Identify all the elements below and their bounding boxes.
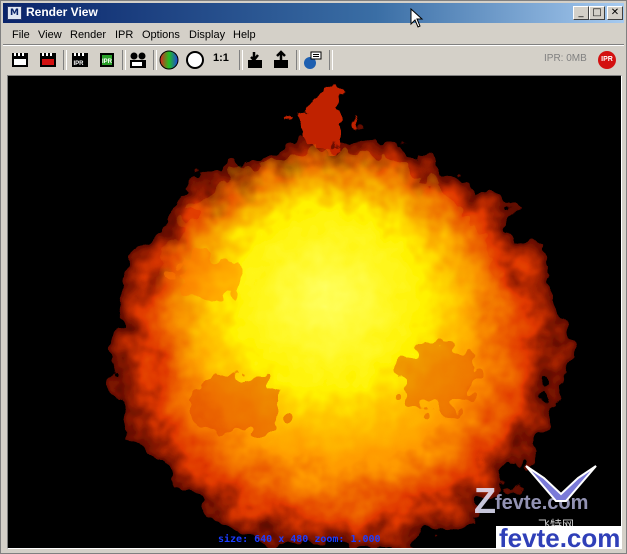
menu-display[interactable]: Display: [189, 29, 225, 41]
toolbar-separator: [296, 50, 300, 70]
watermark-wing-logo: [525, 465, 597, 502]
toolbar-separator: [239, 50, 243, 70]
keep-image-icon[interactable]: [244, 49, 266, 71]
mouse-cursor-icon: [410, 8, 424, 28]
toolbar-separator: [122, 50, 126, 70]
toolbar-separator: [63, 50, 67, 70]
window-title: Render View: [26, 5, 98, 19]
redo-render-icon[interactable]: [9, 49, 31, 71]
menu-bar: File View Render IPR Options Display Hel…: [3, 25, 624, 45]
menu-render[interactable]: Render: [70, 29, 106, 41]
ipr-stop-button[interactable]: IPR: [598, 51, 616, 69]
menu-help[interactable]: Help: [233, 29, 256, 41]
watermark-logo-letter: Z: [474, 480, 496, 521]
real-size-icon[interactable]: 1:1: [213, 52, 229, 64]
rgb-channels-icon[interactable]: [158, 49, 180, 71]
render-globals-icon[interactable]: [301, 49, 323, 71]
menu-ipr[interactable]: IPR: [115, 29, 133, 41]
render-view-window: M Render View _ □ ✕ File View Render IPR…: [0, 0, 627, 554]
toolbar-separator: [153, 50, 157, 70]
maya-icon: M: [7, 6, 22, 20]
render-status-text: size: 640 x 480 zoom: 1.000: [218, 534, 381, 545]
minimize-button[interactable]: _: [573, 6, 589, 20]
title-bar[interactable]: M Render View _ □ ✕: [3, 3, 624, 23]
render-viewport[interactable]: Z fevte.com 飞特网 fevte.com size: 640 x 48…: [7, 75, 622, 549]
refresh-ipr-icon[interactable]: IPR: [96, 49, 118, 71]
maximize-button[interactable]: □: [589, 6, 605, 20]
watermark-bottom-text: fevte.com: [496, 525, 621, 548]
menu-file[interactable]: File: [12, 29, 30, 41]
snapshot-icon[interactable]: [127, 49, 149, 71]
svg-text:IPR: IPR: [102, 59, 113, 65]
menu-options[interactable]: Options: [142, 29, 180, 41]
close-button[interactable]: ✕: [607, 6, 623, 20]
toolbar-separator: [329, 50, 333, 70]
render-region-icon[interactable]: [37, 49, 59, 71]
ipr-memory-label: IPR: 0MB: [544, 53, 587, 64]
svg-text:IPR: IPR: [74, 61, 85, 67]
toolbar: IPR IPR 1:1 IPR: 0MB IPR: [3, 47, 624, 73]
remove-image-icon[interactable]: [270, 49, 292, 71]
alpha-channel-icon[interactable]: [184, 49, 206, 71]
menu-divider: [3, 44, 624, 46]
ipr-render-icon[interactable]: IPR: [69, 49, 91, 71]
menu-view[interactable]: View: [38, 29, 62, 41]
